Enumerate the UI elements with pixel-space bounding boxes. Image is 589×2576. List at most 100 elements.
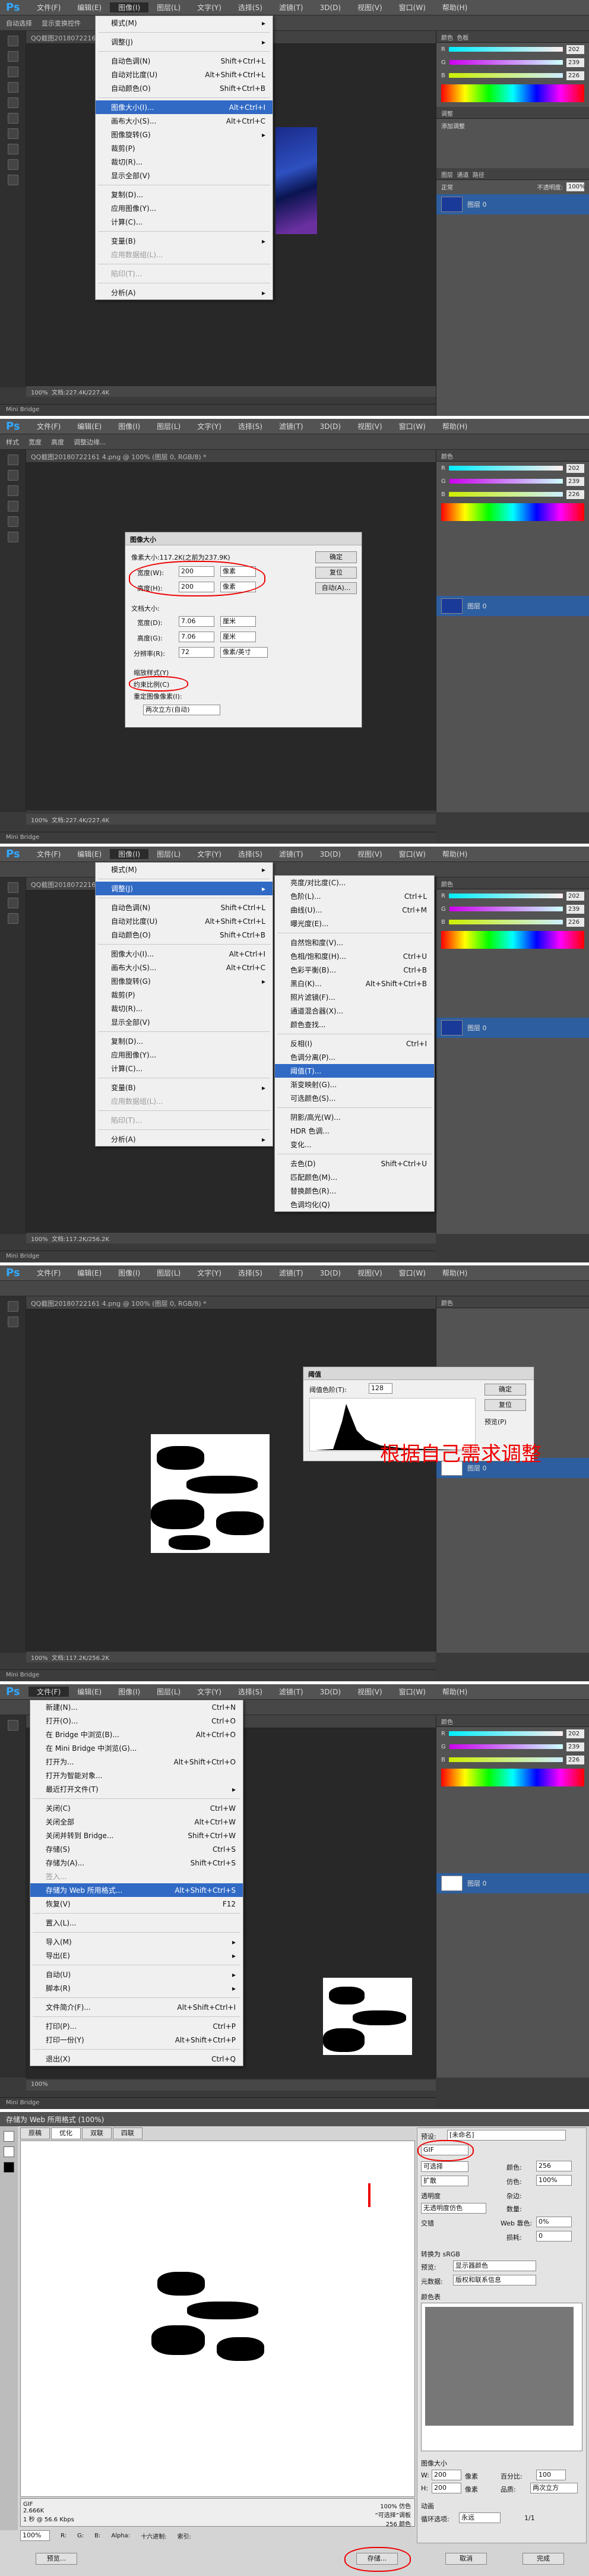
menu-item[interactable]: 签入... <box>30 1870 243 1883</box>
menu-image[interactable]: 图像(I) <box>110 421 148 431</box>
colors-input[interactable]: 256 <box>536 2161 572 2171</box>
marquee-tool-icon[interactable] <box>7 51 18 62</box>
menu-item[interactable]: 分析(A) ▸ <box>96 286 273 299</box>
reduction-select[interactable]: 可选择 <box>421 2161 468 2172</box>
menu-item[interactable]: 色相/饱和度(H)... Ctrl+U <box>275 949 434 963</box>
menu-item[interactable]: 自动颜色(O) Shift+Ctrl+B <box>96 81 273 95</box>
tab-original[interactable]: 原稿 <box>20 2127 50 2139</box>
menu-image[interactable]: 图像(I) <box>110 2 149 12</box>
move-tool-icon[interactable] <box>7 454 18 465</box>
hand-tool-icon[interactable] <box>7 175 18 185</box>
preview-checkbox[interactable]: 预览(P) <box>484 1417 506 1426</box>
menu-item[interactable]: 文件简介(F)... Alt+Shift+Ctrl+I <box>30 2000 243 2014</box>
menu-edit[interactable]: 编辑(E) <box>69 421 110 431</box>
dither-select[interactable]: 扩散 <box>421 2176 468 2186</box>
menu-item[interactable]: 存储为 Web 所用格式... Alt+Shift+Ctrl+S <box>30 1883 243 1897</box>
menu-item[interactable]: 新建(N)... Ctrl+N <box>30 1700 243 1714</box>
blue-slider[interactable]: B 226 <box>436 916 589 929</box>
menu-item[interactable]: 自动色调(N) Shift+Ctrl+L <box>96 901 273 914</box>
menu-item[interactable]: 替换颜色(R)... <box>275 1184 434 1198</box>
menu-layer[interactable]: 图层(L) <box>148 2 189 12</box>
doc-width-input[interactable]: 7.06 <box>179 616 214 627</box>
done-button[interactable]: 完成 <box>522 2553 564 2565</box>
menu-layer[interactable]: 图层(L) <box>148 421 189 431</box>
reset-button[interactable]: 复位 <box>484 1399 526 1411</box>
menu-item[interactable]: 照片滤镜(F)... <box>275 990 434 1004</box>
menu-edit[interactable]: 编辑(E) <box>69 2 110 12</box>
document-tab[interactable]: QQ截图20180722161 4.png @ 100% (图层 0, RGB/… <box>26 450 436 463</box>
wand-tool-icon[interactable] <box>7 82 18 93</box>
menu-item[interactable]: 自动对比度(U) Alt+Shift+Ctrl+L <box>96 914 273 928</box>
menu-item[interactable]: 脚本(R) ▸ <box>30 1981 243 1995</box>
menu-item[interactable]: 自动色调(N) Shift+Ctrl+L <box>96 54 273 68</box>
crop-tool-icon[interactable] <box>7 97 18 108</box>
menu-item[interactable]: 黑白(K)... Alt+Shift+Ctrl+B <box>275 977 434 990</box>
eyedropper-tool-icon[interactable] <box>7 113 18 124</box>
menu-select[interactable]: 选择(S) <box>230 421 271 431</box>
color-tab[interactable]: 颜色 <box>441 35 453 42</box>
zoom-select[interactable]: 100% <box>20 2530 50 2541</box>
menu-item[interactable]: 自动对比度(U) Alt+Shift+Ctrl+L <box>96 68 273 81</box>
menu-item[interactable]: 退出(X) Ctrl+Q <box>30 2052 243 2066</box>
ok-button[interactable]: 确定 <box>484 1384 526 1396</box>
reset-button[interactable]: 复位 <box>315 567 357 579</box>
menu-item[interactable]: 分析(A) ▸ <box>96 1132 273 1146</box>
menu-item[interactable]: 阴影/高光(W)... <box>275 1110 434 1124</box>
menu-window[interactable]: 窗口(W) <box>391 421 434 431</box>
green-slider[interactable]: G 239 <box>436 1740 589 1753</box>
menu-item[interactable]: 裁剪(P) <box>96 141 273 155</box>
menu-item[interactable]: 模式(M) ▸ <box>96 16 273 30</box>
menu-type[interactable]: 文字(Y) <box>189 2 230 12</box>
menu-filter[interactable]: 滤镜(T) <box>271 421 312 431</box>
sfw-height-input[interactable]: 200 <box>432 2483 461 2493</box>
color-table[interactable] <box>421 2303 582 2451</box>
canvas-area[interactable] <box>26 1309 436 1652</box>
hand-tool-icon[interactable] <box>4 2131 14 2142</box>
style-label[interactable]: 样式 <box>6 437 19 447</box>
menu-item[interactable]: 模式(M) ▸ <box>96 863 273 876</box>
menu-item[interactable]: 渐变映射(G)... <box>275 1078 434 1091</box>
menu-item[interactable]: 计算(C)... <box>96 215 273 229</box>
blue-slider[interactable]: B 226 <box>436 1753 589 1766</box>
menu-item[interactable]: 关闭并转到 Bridge... Shift+Ctrl+W <box>30 1829 243 1842</box>
menu-item[interactable]: 画布大小(S)... Alt+Ctrl+C <box>96 114 273 128</box>
move-tool-icon[interactable] <box>7 882 18 893</box>
menu-item[interactable]: 陷印(T)... <box>96 1113 273 1127</box>
menu-file[interactable]: 文件(F) <box>28 1687 69 1697</box>
menu-item[interactable]: 打印一份(Y) Alt+Shift+Ctrl+P <box>30 2033 243 2047</box>
color-spectrum[interactable] <box>441 84 584 102</box>
dither-input[interactable]: 100% <box>536 2175 572 2186</box>
marquee-tool-icon[interactable] <box>7 1317 18 1327</box>
swatches-tab[interactable]: 色板 <box>457 35 468 42</box>
channels-tab[interactable]: 通道 <box>457 172 468 179</box>
green-slider[interactable]: G 239 <box>436 475 589 488</box>
menu-item[interactable]: 显示全部(V) <box>96 169 273 182</box>
red-slider[interactable]: R 202 <box>436 889 589 902</box>
color-spectrum[interactable] <box>441 931 584 949</box>
lasso-tool-icon[interactable] <box>7 485 18 496</box>
opacity-field[interactable]: 100% <box>566 182 585 191</box>
resample-checkbox[interactable]: 重定图像像素(I): <box>134 692 182 701</box>
menu-item[interactable]: 自然饱和度(V)... <box>275 936 434 949</box>
lasso-tool-icon[interactable] <box>7 67 18 77</box>
menu-item[interactable]: 变量(B) ▸ <box>96 234 273 248</box>
mini-bridge-tab[interactable]: Mini Bridge <box>0 2097 436 2109</box>
mini-bridge-tab[interactable]: Mini Bridge <box>0 832 436 844</box>
menu-help[interactable]: 帮助(H) <box>434 421 476 431</box>
sfw-width-input[interactable]: 200 <box>432 2470 461 2480</box>
menu-view[interactable]: 视图(V) <box>349 2 391 12</box>
menu-item[interactable]: 图像大小(I)... Alt+Ctrl+I <box>96 100 273 114</box>
menu-item[interactable]: 匹配颜色(M)... <box>275 1170 434 1184</box>
menu-item[interactable]: 图像大小(I)... Alt+Ctrl+I <box>96 947 273 961</box>
menu-type[interactable]: 文字(Y) <box>189 421 230 431</box>
transparency-checkbox[interactable]: 透明度 <box>421 2191 441 2201</box>
menu-item[interactable]: 置入(L)... <box>30 1916 243 1930</box>
menu-item[interactable]: HDR 色调... <box>275 1124 434 1138</box>
menu-3d[interactable]: 3D(D) <box>312 422 349 431</box>
preview-area[interactable] <box>20 2141 415 2497</box>
preview-button[interactable]: 预览... <box>36 2553 77 2565</box>
layer-row[interactable]: 图层 0 <box>436 596 589 616</box>
layer-row[interactable]: 图层 0 <box>436 1873 589 1893</box>
menu-item[interactable]: 裁剪(P) <box>96 988 273 1002</box>
metadata-select[interactable]: 版权和联系信息 <box>453 2275 536 2285</box>
